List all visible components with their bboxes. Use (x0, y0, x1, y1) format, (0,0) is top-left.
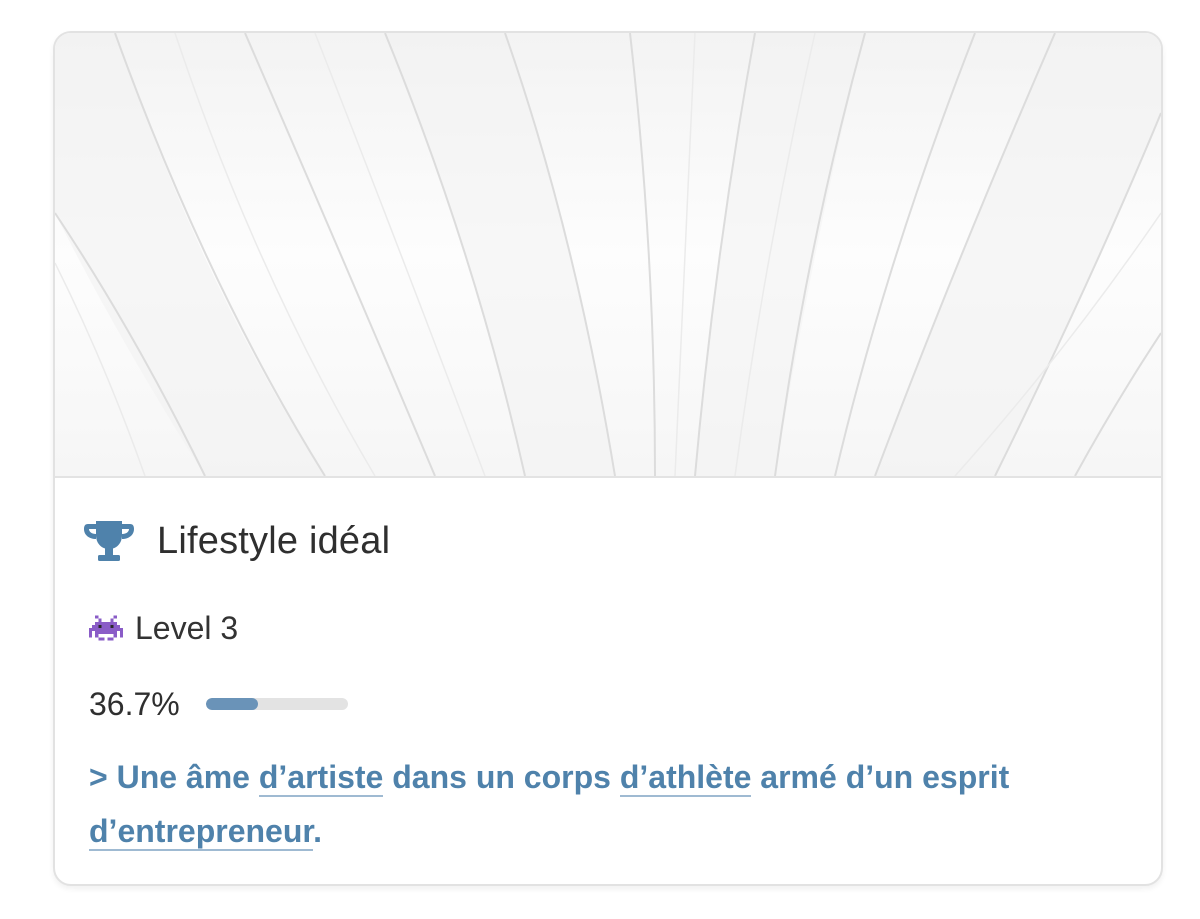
level-property: Level 3 (89, 606, 238, 650)
progress-percentage: 36.7% (89, 685, 180, 722)
quote-text: > Une âme d’artiste dans un corps d’athl… (89, 750, 1129, 858)
quote-mid-1: dans un corps (383, 759, 620, 795)
quote-mid-2: armé d’un esprit (751, 759, 1010, 795)
card-title: Lifestyle idéal (157, 519, 391, 562)
progress-bar-fill (205, 698, 258, 710)
link-artiste[interactable]: d’artiste (258, 759, 384, 797)
quote-suffix: . (313, 813, 322, 849)
cover-pattern (55, 33, 1161, 476)
quote-prefix: > Une âme (89, 759, 259, 795)
gallery-card[interactable]: Lifestyle idéal Level 3 36.7% > Une âme … (53, 31, 1163, 886)
link-entrepreneur[interactable]: d’entrepreneur (89, 813, 314, 851)
progress-property: 36.7% (89, 682, 348, 726)
title-row[interactable]: Lifestyle idéal (83, 516, 390, 566)
progress-bar (205, 698, 348, 710)
level-label: Level 3 (135, 609, 239, 646)
link-athlete[interactable]: d’athlète (619, 759, 752, 797)
trophy-icon (84, 521, 134, 561)
card-body: Lifestyle idéal Level 3 36.7% > Une âme … (55, 478, 1161, 884)
alien-monster-icon (89, 615, 123, 641)
cover-image (55, 33, 1161, 478)
